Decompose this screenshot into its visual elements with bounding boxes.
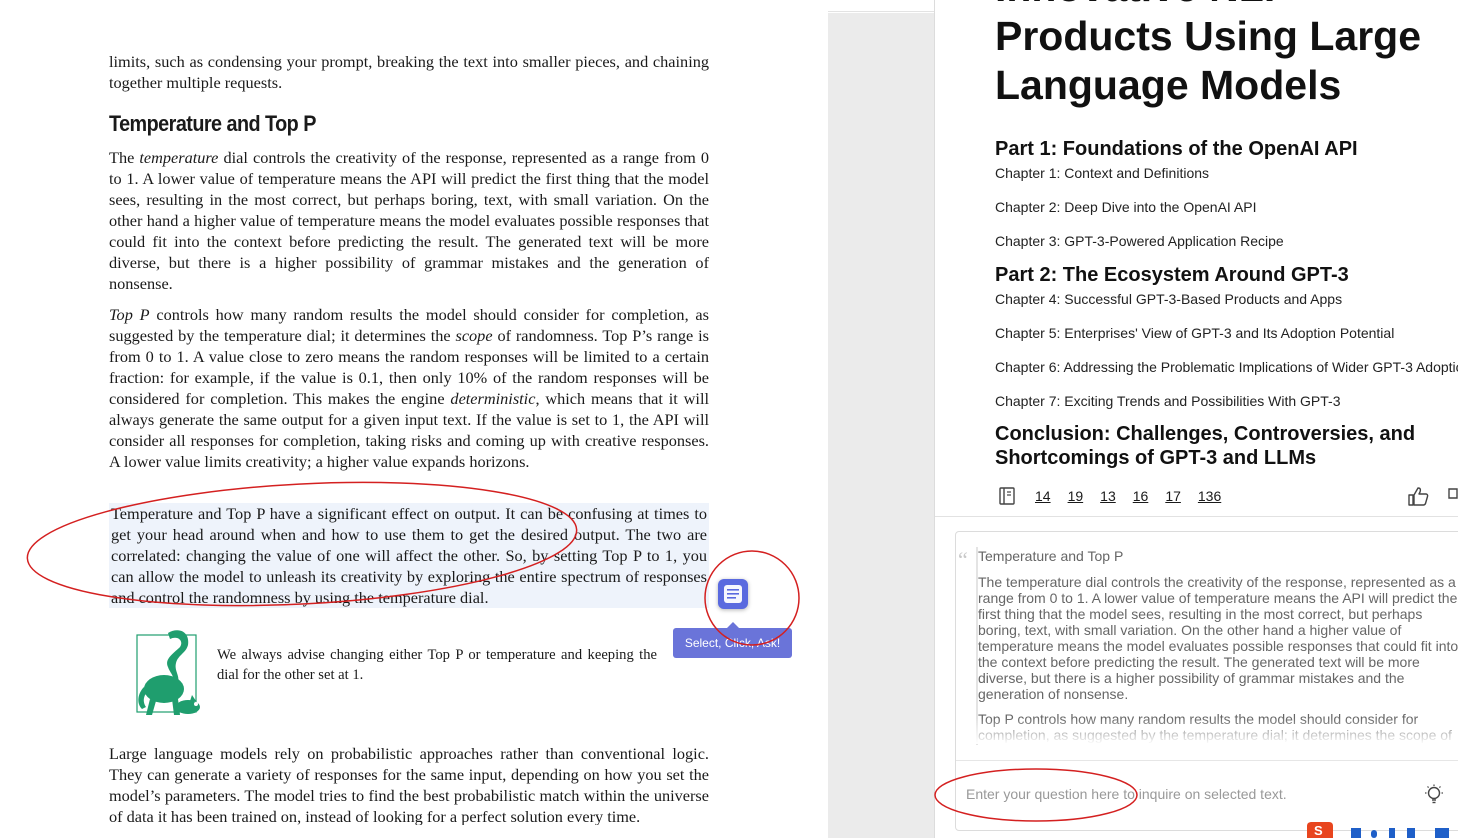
note-text: We always advise changing either Top P o… — [217, 647, 657, 683]
svg-text:S: S — [1314, 823, 1323, 838]
part-heading-1[interactable]: Part 1: Foundations of the OpenAI API — [995, 137, 1358, 161]
paragraph-llm: Large language models rely on probabilis… — [109, 744, 709, 825]
book-title-line1: Innovative NLP — [995, 0, 1458, 12]
ask-button[interactable] — [718, 579, 748, 609]
conclusion-heading[interactable]: Conclusion: Challenges, Controversies, a… — [995, 422, 1455, 470]
page-ref-4[interactable]: 16 — [1133, 488, 1149, 504]
context-title: Temperature and Top P — [978, 548, 1124, 564]
chapter-link-5[interactable]: Chapter 5: Enterprises' View of GPT-3 an… — [995, 325, 1394, 341]
page-ref-2[interactable]: 19 — [1068, 488, 1084, 504]
thumbs-down-icon[interactable] — [1447, 486, 1458, 511]
system-tray: S — [1305, 820, 1451, 838]
chapter-link-7[interactable]: Chapter 7: Exciting Trends and Possibili… — [995, 393, 1340, 409]
page-ref-1[interactable]: 14 — [1035, 488, 1051, 504]
ime-s-icon[interactable]: S — [1305, 820, 1335, 838]
question-input[interactable] — [966, 781, 1406, 807]
thumbs-up-icon[interactable] — [1407, 486, 1429, 511]
page-ref-5[interactable]: 17 — [1165, 488, 1181, 504]
context-paragraph-1: The temperature dial controls the creati… — [978, 574, 1458, 702]
book-icon[interactable] — [999, 487, 1015, 505]
page-ref-6[interactable]: 136 — [1198, 488, 1221, 504]
paragraph-selected[interactable]: Temperature and Top P have a significant… — [109, 503, 709, 608]
book-title-line3: Language Models — [995, 62, 1342, 108]
ime-tray-icon[interactable] — [1341, 820, 1451, 838]
chapter-link-1[interactable]: Chapter 1: Context and Definitions — [995, 165, 1209, 181]
context-excerpt: Temperature and Top P The temperature di… — [976, 547, 1458, 745]
paragraph-top-p: Top P controls how many random results t… — [109, 305, 710, 471]
panel-divider — [935, 516, 1458, 517]
note-box: We always advise changing either Top P o… — [130, 627, 660, 727]
page-gutter — [828, 13, 934, 838]
quote-icon: “ — [958, 547, 968, 572]
section-heading: Temperature and Top P — [109, 111, 316, 136]
context-card: “ Temperature and Top P The temperature … — [955, 531, 1458, 831]
lightbulb-icon[interactable] — [1424, 784, 1444, 811]
chapter-link-2[interactable]: Chapter 2: Deep Dive into the OpenAI API — [995, 199, 1257, 215]
page-ref-3[interactable]: 13 — [1100, 488, 1116, 504]
part-heading-2[interactable]: Part 2: The Ecosystem Around GPT-3 — [995, 263, 1349, 287]
paragraph-intro: limits, such as condensing your prompt, … — [109, 52, 709, 92]
chapter-link-3[interactable]: Chapter 3: GPT-3-Powered Application Rec… — [995, 233, 1284, 249]
book-title: Innovative NLP Products Using Large Lang… — [995, 0, 1458, 110]
chapter-link-4[interactable]: Chapter 4: Successful GPT-3-Based Produc… — [995, 291, 1342, 307]
side-panel: Innovative NLP Products Using Large Lang… — [934, 0, 1458, 838]
pdf-page: limits, such as condensing your prompt, … — [0, 0, 828, 825]
chapter-link-6[interactable]: Chapter 6: Addressing the Problematic Im… — [995, 359, 1458, 375]
page-reference-bar: 14 19 13 16 17 136 — [999, 484, 1238, 508]
chat-lines-icon — [724, 585, 742, 603]
input-divider — [956, 760, 1458, 761]
book-title-line2: Products Using Large — [995, 13, 1422, 59]
context-fade — [956, 718, 1458, 744]
ask-tooltip: Select, Click, Ask! — [673, 622, 792, 658]
paragraph-temperature: The temperature dial controls the creati… — [109, 148, 709, 293]
lemur-icon — [136, 630, 200, 715]
